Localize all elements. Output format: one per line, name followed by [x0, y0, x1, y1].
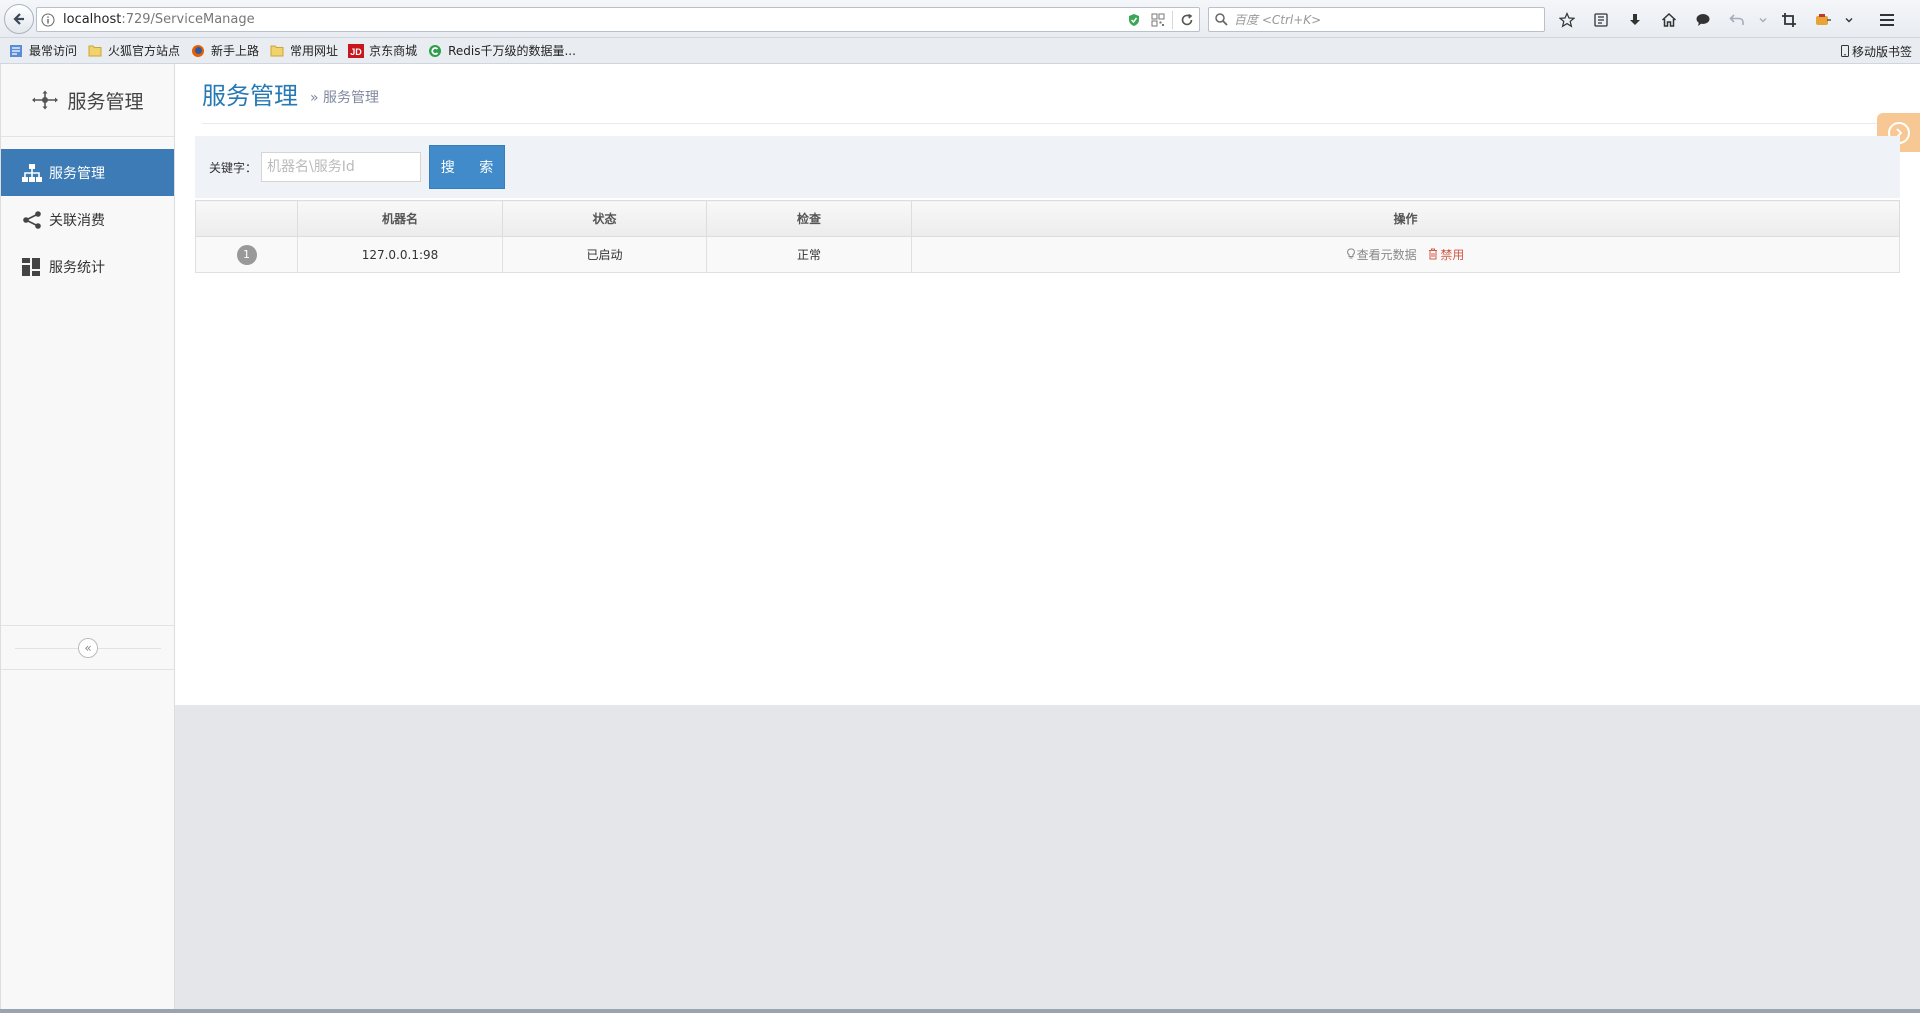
- browser-navbar: localhost:729/ServiceManage 百度 <Ctrl+K>: [0, 0, 1920, 38]
- chevron-down-icon[interactable]: [1754, 7, 1772, 32]
- sidebar-collapse-bar: «: [1, 625, 175, 670]
- reading-list-icon[interactable]: [1584, 7, 1618, 32]
- star-icon[interactable]: [1550, 7, 1584, 32]
- folder-icon: [269, 43, 285, 59]
- bookmark-firefox-official[interactable]: 火狐官方站点: [87, 42, 180, 59]
- bookmark-mobile[interactable]: 移动版书签: [1840, 38, 1912, 64]
- chevron-down-icon[interactable]: [1840, 7, 1858, 32]
- search-panel: 关键字： 搜 索: [195, 136, 1900, 198]
- magnifier-icon: [1215, 13, 1228, 26]
- page-title: 服务管理: [202, 82, 298, 110]
- bookmark-redis[interactable]: Redis千万级的数据量...: [427, 42, 576, 59]
- sidebar-item-label: 服务管理: [49, 165, 105, 182]
- page: 服务管理 服务管理 关联消费 服务统计 « 服务管理 » 服务管理 关键字： 机…: [0, 64, 1920, 1013]
- column-header-machine[interactable]: 机器名: [297, 200, 503, 237]
- disable-link[interactable]: 禁用: [1428, 246, 1464, 263]
- page-header: 服务管理 » 服务管理: [202, 64, 1920, 124]
- search-button[interactable]: 搜 索: [429, 145, 506, 189]
- keyword-label: 关键字：: [209, 160, 258, 175]
- separator: [1172, 10, 1173, 29]
- bookmark-getting-started[interactable]: 新手上路: [190, 42, 259, 59]
- collapse-sidebar-button[interactable]: «: [78, 637, 98, 658]
- breadcrumb-item[interactable]: 服务管理: [323, 90, 379, 106]
- download-icon[interactable]: [1618, 7, 1652, 32]
- bookmark-list-icon: [8, 43, 24, 59]
- browser-toolbar: [1550, 7, 1904, 32]
- lightbulb-icon: [1346, 248, 1355, 259]
- sidebar-item-label: 服务统计: [49, 259, 105, 276]
- row-number-badge: 1: [236, 244, 257, 265]
- dashboard-icon: [21, 256, 43, 278]
- taskbar-strip: [0, 1009, 1920, 1013]
- address-bar[interactable]: localhost:729/ServiceManage: [36, 7, 1200, 32]
- column-header-index: [195, 200, 298, 237]
- column-header-status[interactable]: 状态: [502, 200, 707, 237]
- sidebar-item-service-stats[interactable]: 服务统计: [1, 243, 174, 290]
- row-index-cell: 1: [195, 236, 298, 273]
- search-placeholder: 百度 <Ctrl+K>: [1234, 13, 1322, 27]
- chat-icon[interactable]: [1686, 7, 1720, 32]
- bookmarks-bar: 最常访问 火狐官方站点 新手上路 常用网址 JD 京东商城 Redis千万级的数…: [0, 38, 1920, 64]
- actions-cell: 查看元数据 禁用: [911, 236, 1900, 273]
- bookmark-common-sites[interactable]: 常用网址: [269, 42, 338, 59]
- green-c-icon: [427, 43, 443, 59]
- svg-text:JD: JD: [350, 47, 362, 57]
- sidebar-title: 服务管理: [67, 90, 144, 113]
- breadcrumb-separator: »: [310, 89, 319, 106]
- back-button[interactable]: [4, 4, 34, 34]
- content-panel: 服务管理 » 服务管理 关键字： 搜 索: [175, 64, 1920, 705]
- bookmark-most-visited[interactable]: 最常访问: [8, 42, 77, 59]
- extension-icon[interactable]: [1806, 7, 1840, 32]
- arrow-left-icon: [13, 13, 24, 25]
- column-header-check[interactable]: 检查: [706, 200, 912, 237]
- reload-icon[interactable]: [1175, 9, 1199, 31]
- status-cell: 已启动: [502, 236, 707, 273]
- main-content: 服务管理 » 服务管理 关键字： 搜 索: [175, 64, 1920, 1013]
- info-icon[interactable]: [37, 9, 59, 31]
- qrcode-icon[interactable]: [1146, 9, 1170, 31]
- jd-logo-icon: JD: [348, 43, 365, 59]
- sidebar-item-related-consumers[interactable]: 关联消费: [1, 196, 174, 243]
- keyword-input[interactable]: [261, 152, 422, 182]
- machine-cell: 127.0.0.1:98: [297, 236, 503, 273]
- trash-icon: [1429, 248, 1438, 260]
- sitemap-icon: [21, 162, 43, 184]
- sidebar-menu: 服务管理 关联消费 服务统计: [1, 149, 174, 290]
- menu-icon[interactable]: [1870, 7, 1904, 32]
- sidebar-item-service-manage[interactable]: 服务管理: [1, 149, 174, 196]
- service-table: 机器名 状态 检查 操作 1 127.0.0.1:98 已启动 正常 查看元数据…: [195, 200, 1900, 273]
- service-arrows-icon: [32, 90, 59, 110]
- breadcrumb: » 服务管理: [310, 87, 379, 107]
- shield-icon[interactable]: [1122, 9, 1146, 31]
- view-metadata-link[interactable]: 查看元数据: [1346, 246, 1417, 263]
- bookmark-jd[interactable]: JD 京东商城: [348, 42, 417, 59]
- column-header-actions: 操作: [911, 200, 1900, 237]
- table-row[interactable]: 1 127.0.0.1:98 已启动 正常 查看元数据 禁用: [195, 236, 1900, 273]
- url-text[interactable]: localhost:729/ServiceManage: [59, 12, 1122, 27]
- share-icon: [21, 209, 43, 231]
- sidebar-header: 服务管理: [1, 64, 174, 137]
- sidebar-item-label: 关联消费: [49, 212, 105, 229]
- check-cell: 正常: [706, 236, 912, 273]
- sidebar: 服务管理 服务管理 关联消费 服务统计 «: [0, 64, 175, 1013]
- home-icon[interactable]: [1652, 7, 1686, 32]
- crop-icon[interactable]: [1772, 7, 1806, 32]
- search-bar[interactable]: 百度 <Ctrl+K>: [1208, 7, 1545, 32]
- undo-icon[interactable]: [1720, 7, 1754, 32]
- table-header-row: 机器名 状态 检查 操作: [195, 200, 1900, 237]
- mobile-icon: [1840, 45, 1849, 57]
- firefox-icon: [190, 43, 206, 59]
- folder-icon: [87, 43, 103, 59]
